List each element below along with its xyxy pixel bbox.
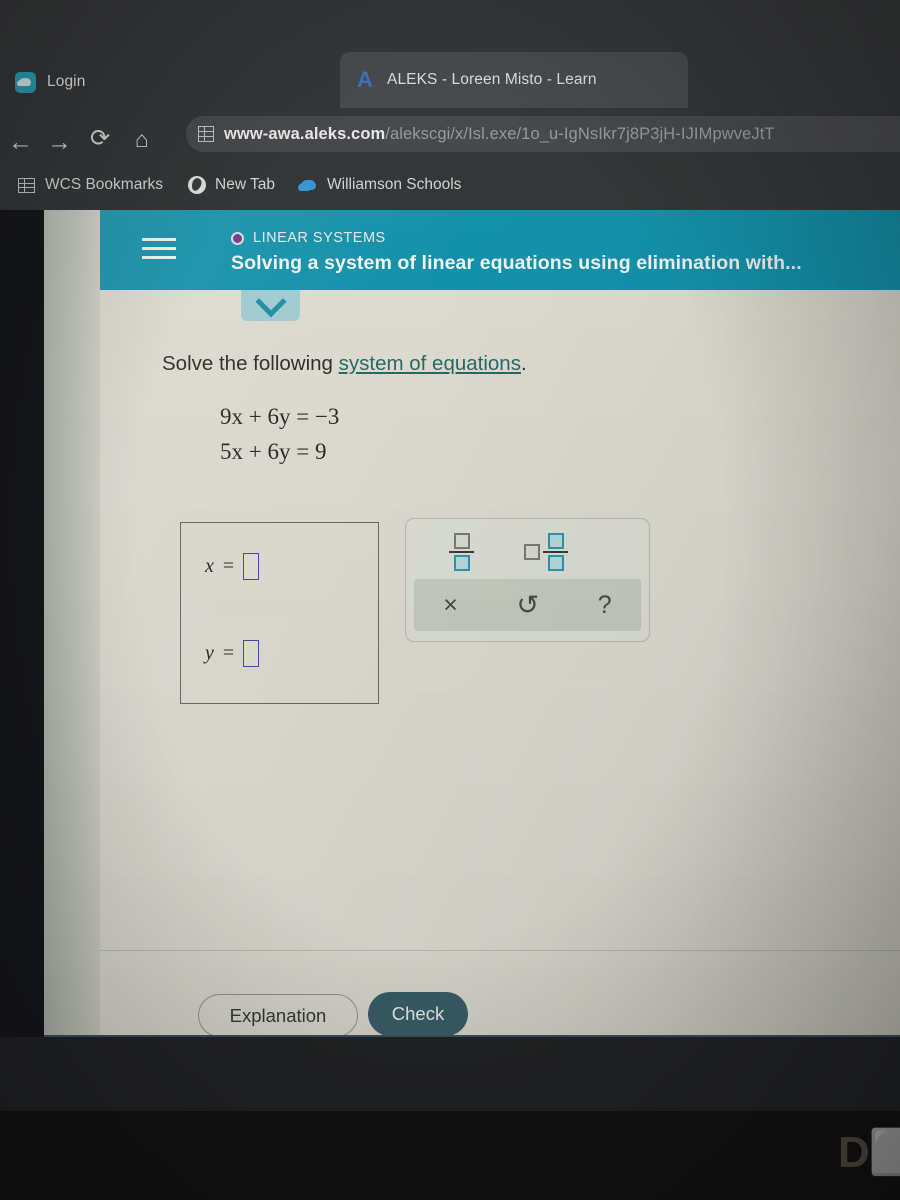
equation-1: 9x + 6y = −3 xyxy=(220,404,340,429)
bookmark-wcs-bookmarks[interactable]: WCS Bookmarks xyxy=(10,173,170,198)
fraction-bar xyxy=(449,551,474,554)
fraction-denominator-box xyxy=(453,555,470,572)
tab-strip: Login × A ALEKS - Loreen Misto - Learn ×… xyxy=(0,52,900,141)
bookmark-williamson-schools-label: Williamson Schools xyxy=(327,176,462,193)
answer-input-y[interactable] xyxy=(243,640,260,667)
explanation-button[interactable]: Explanation xyxy=(198,994,358,1035)
bookmark-new-tab-label: New Tab xyxy=(215,176,276,193)
tab-login[interactable]: Login xyxy=(0,56,330,108)
tab-login-title: Login xyxy=(47,73,86,90)
reload-icon[interactable]: ⟳ xyxy=(90,127,110,151)
page-left-margin xyxy=(44,210,100,1035)
address-bar[interactable]: www-awa.aleks.com/alekscgi/x/Isl.exe/1o_… xyxy=(186,116,900,152)
url-domain: www-awa.aleks.com xyxy=(224,124,386,143)
answer-row-y: y = xyxy=(205,640,260,667)
aleks-page: LINEAR SYSTEMS Solving a system of linea… xyxy=(44,210,900,1035)
laptop-bezel xyxy=(0,1111,900,1200)
answer-label-x: x xyxy=(205,555,214,577)
topic-dot-icon xyxy=(231,231,244,245)
footer-actions: Explanation Check xyxy=(100,980,900,1035)
prompt-prefix: Solve the following xyxy=(162,352,339,375)
topic-kicker-label: LINEAR SYSTEMS xyxy=(253,230,386,246)
help-icon[interactable]: ? xyxy=(598,592,612,618)
fraction-bar xyxy=(543,551,568,554)
equals-sign: = xyxy=(222,555,235,577)
tab-aleks[interactable]: A ALEKS - Loreen Misto - Learn xyxy=(340,52,688,108)
prompt-suffix: . xyxy=(520,352,527,375)
answer-input-x[interactable] xyxy=(243,553,260,580)
bookmark-wcs-bookmarks-label: WCS Bookmarks xyxy=(45,176,163,193)
taskbar xyxy=(0,1037,900,1111)
home-icon[interactable]: ⌂ xyxy=(135,128,149,151)
tab-aleks-title: ALEKS - Loreen Misto - Learn xyxy=(387,71,597,88)
answer-row-x: x = xyxy=(205,553,260,580)
question-content: Solve the following system of equations.… xyxy=(100,290,900,1035)
cloud-icon xyxy=(14,71,36,93)
equation-2: 5x + 6y = 9 xyxy=(220,438,327,464)
palette-action-bar: × ↺ ? xyxy=(414,579,641,631)
topic-kicker: LINEAR SYSTEMS xyxy=(231,230,386,246)
check-button[interactable]: Check xyxy=(368,992,468,1035)
address-bar-url: www-awa.aleks.com/alekscgi/x/Isl.exe/1o_… xyxy=(224,125,775,144)
page-title: Solving a system of linear equations usi… xyxy=(231,252,802,274)
mixed-whole-box xyxy=(524,544,540,561)
equals-sign: = xyxy=(222,642,235,664)
forward-icon[interactable]: → xyxy=(47,130,72,155)
laptop-brand-logo: D⬜ xyxy=(838,1128,900,1177)
cloud-icon xyxy=(299,176,318,195)
folder-icon xyxy=(17,176,36,195)
question-prompt: Solve the following system of equations. xyxy=(162,352,527,376)
url-path: /alekscgi/x/Isl.exe/1o_u-IgNsIkr7j8P3jH-… xyxy=(385,124,775,143)
footer-divider xyxy=(100,950,900,952)
mixed-number-icon[interactable] xyxy=(524,533,568,572)
math-input-palette: × ↺ ? xyxy=(405,518,650,642)
bookmark-new-tab[interactable]: New Tab xyxy=(180,173,282,198)
clear-icon[interactable]: × xyxy=(443,592,458,618)
system-of-equations-link[interactable]: system of equations xyxy=(339,352,521,375)
equation-system: 9x + 6y = −3 5x + 6y = 9 xyxy=(220,400,339,470)
navigation-bar: ← → ⟳ ⌂ www-awa.aleks.com/alekscgi/x/Isl… xyxy=(0,108,900,160)
fraction-icon[interactable] xyxy=(449,533,474,572)
bookmark-williamson-schools[interactable]: Williamson Schools xyxy=(292,173,468,198)
site-info-icon[interactable] xyxy=(198,126,214,142)
aleks-a-icon: A xyxy=(357,67,373,92)
hamburger-menu-icon[interactable] xyxy=(142,238,176,262)
globe-icon xyxy=(187,176,206,195)
answer-box: x = y = xyxy=(180,522,379,704)
browser-chrome: Login × A ALEKS - Loreen Misto - Learn ×… xyxy=(0,0,900,210)
page-inner: LINEAR SYSTEMS Solving a system of linea… xyxy=(100,210,900,1035)
answer-label-y: y xyxy=(205,642,214,664)
undo-icon[interactable]: ↺ xyxy=(517,591,540,619)
mixed-denominator-box xyxy=(547,555,564,572)
bookmarks-bar: WCS Bookmarks New Tab Williamson Schools xyxy=(0,160,900,210)
fraction-numerator-box xyxy=(453,533,470,549)
back-icon[interactable]: ← xyxy=(8,130,33,155)
mixed-numerator-box xyxy=(547,533,564,549)
laptop-screen-photo: Login × A ALEKS - Loreen Misto - Learn ×… xyxy=(0,0,900,1200)
aleks-header: LINEAR SYSTEMS Solving a system of linea… xyxy=(100,210,900,290)
